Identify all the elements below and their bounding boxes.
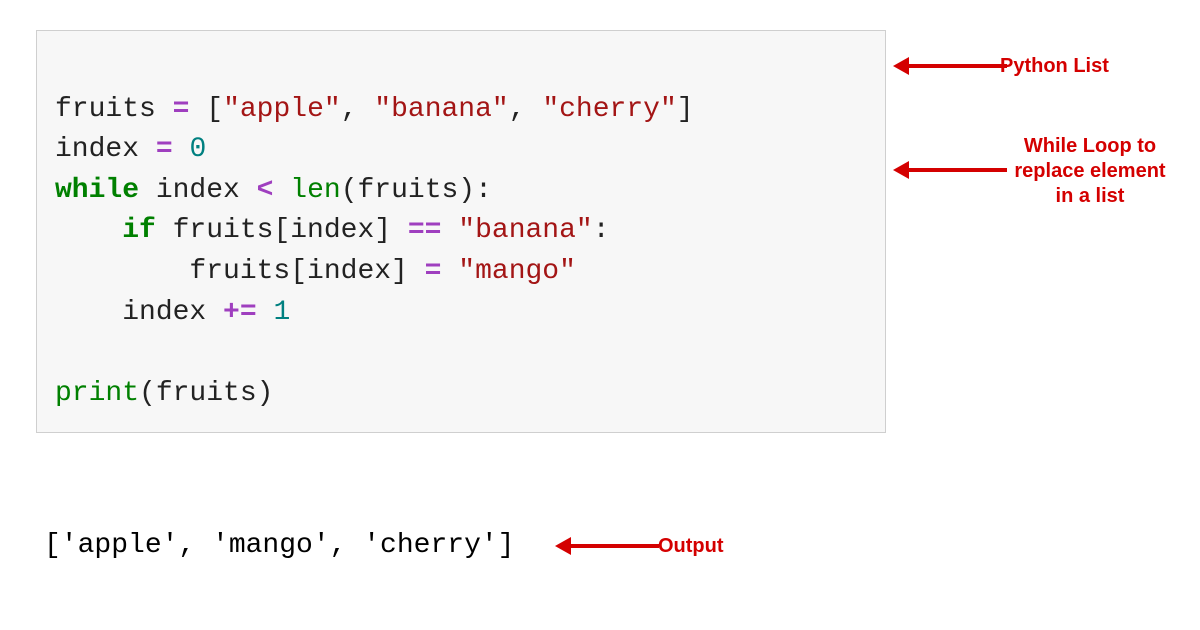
code-token xyxy=(55,297,122,328)
code-token: , xyxy=(509,94,543,125)
code-token: len xyxy=(290,175,340,206)
code-token: 0 xyxy=(189,134,206,165)
annotation-python-list: Python List xyxy=(1000,54,1109,79)
code-token: while xyxy=(55,175,139,206)
code-token xyxy=(189,94,206,125)
code-token: (fruits) xyxy=(139,378,273,409)
code-token xyxy=(273,175,290,206)
annotation-while-loop: While Loop to replace element in a list xyxy=(1000,134,1180,209)
code-token: fruits xyxy=(55,94,173,125)
code-token xyxy=(55,256,189,287)
code-token: fruits[index] xyxy=(156,215,408,246)
code-token: 1 xyxy=(273,297,290,328)
code-token: < xyxy=(257,175,274,206)
code-token: [ xyxy=(206,94,223,125)
code-token: index xyxy=(55,134,156,165)
code-token: "banana" xyxy=(374,94,508,125)
code-token: = xyxy=(173,94,190,125)
code-token xyxy=(257,297,274,328)
code-token: "apple" xyxy=(223,94,341,125)
code-token: == xyxy=(408,215,442,246)
output-text: ['apple', 'mango', 'cherry'] xyxy=(44,530,514,561)
annotation-output: Output xyxy=(658,534,724,559)
code-token xyxy=(441,215,458,246)
code-token: , xyxy=(341,94,375,125)
code-block: fruits = ["apple", "banana", "cherry"] i… xyxy=(36,30,886,433)
code-token: += xyxy=(223,297,257,328)
code-token: if xyxy=(122,215,156,246)
code-token: = xyxy=(156,134,173,165)
code-token: = xyxy=(425,256,442,287)
code-token: "banana" xyxy=(458,215,592,246)
code-token: "mango" xyxy=(458,256,576,287)
code-token: ] xyxy=(677,94,694,125)
code-token: (fruits): xyxy=(341,175,492,206)
code-token xyxy=(55,215,122,246)
code-token: index xyxy=(139,175,257,206)
code-token: : xyxy=(593,215,610,246)
code-token xyxy=(173,134,190,165)
code-token: index xyxy=(122,297,223,328)
code-token: "cherry" xyxy=(542,94,676,125)
code-token xyxy=(441,256,458,287)
code-token: fruits[index] xyxy=(189,256,424,287)
code-token: print xyxy=(55,378,139,409)
